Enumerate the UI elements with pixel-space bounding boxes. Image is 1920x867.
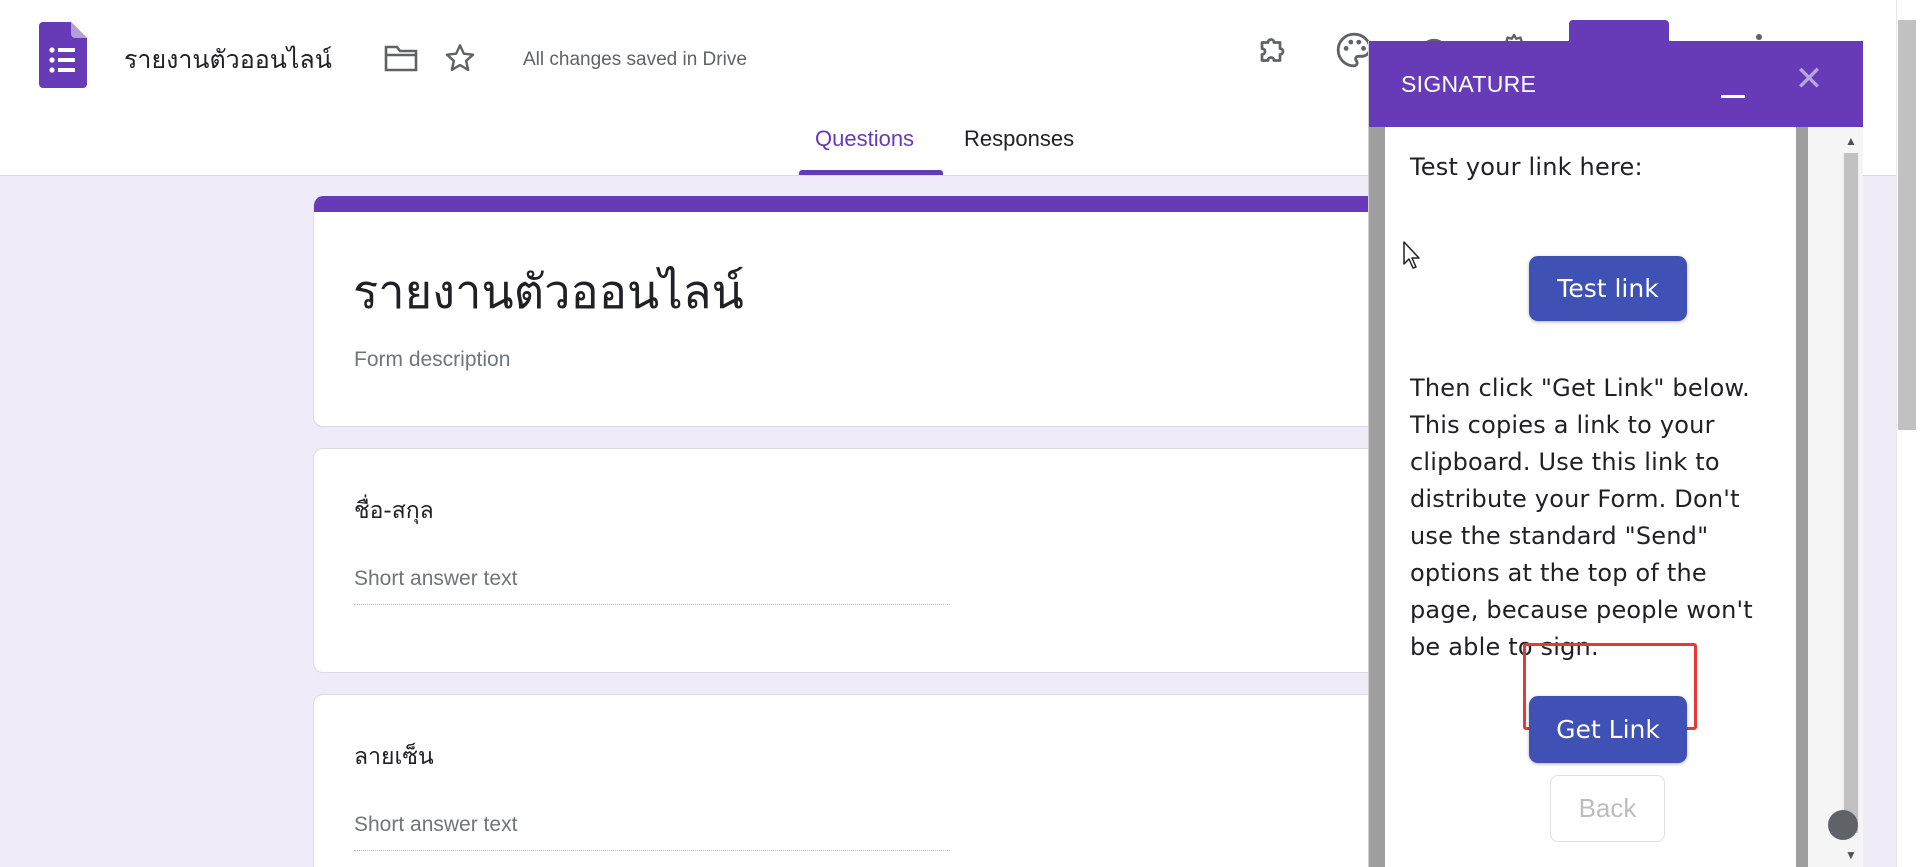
scroll-down-arrow-icon[interactable]: ▼ [1842,847,1860,863]
sidebar-scrollbar-thumb[interactable] [1844,153,1858,833]
mouse-cursor-icon [1402,240,1424,272]
instruction-line: use the standard "Send" [1410,522,1709,550]
sidebar-gutter [1796,127,1808,867]
title-accent-bar [314,196,1472,212]
save-status: All changes saved in Drive [523,49,747,70]
document-title[interactable]: รายงานตัวออนไลน์ [124,40,332,80]
question-title[interactable]: ชื่อ-สกุล [354,493,434,529]
back-button[interactable]: Back [1550,775,1665,842]
get-link-button[interactable]: Get Link [1529,696,1687,763]
scroll-up-arrow-icon[interactable]: ▲ [1842,133,1860,149]
active-tab-indicator [799,170,943,175]
help-bubble-icon[interactable] [1828,810,1858,840]
sidebar-gutter [1369,127,1385,867]
close-icon[interactable]: ✕ [1791,61,1827,97]
sidebar-header: SIGNATURE ✕ [1369,41,1863,127]
minimize-icon[interactable] [1715,73,1751,109]
page-scrollbar-thumb[interactable] [1898,20,1916,430]
test-link-prompt: Test your link here: [1410,153,1643,181]
tab-responses[interactable]: Responses [964,126,1074,152]
form-title[interactable]: รายงานตัวออนไลน์ [353,254,744,329]
form-title-card: รายงานตัวออนไลน์ Form description [313,196,1473,427]
instruction-line: Then click "Get Link" below. [1410,374,1750,402]
question-title[interactable]: ลายเซ็น [354,739,434,775]
instruction-line: This copies a link to your [1410,411,1715,439]
star-icon[interactable] [440,38,480,78]
tab-questions[interactable]: Questions [815,126,914,152]
sidebar-title: SIGNATURE [1401,71,1537,97]
instruction-line: page, because people won't [1410,596,1753,624]
more-vert-icon[interactable] [1756,34,1762,40]
short-answer-field: Short answer text [354,567,950,605]
forms-app-icon[interactable] [39,22,87,88]
signature-sidebar: SIGNATURE ✕ Test your link here: Test li… [1368,41,1863,867]
instructions-text: Then click "Get Link" below. This copies… [1410,370,1753,666]
instruction-line: options at the top of the [1410,559,1707,587]
short-answer-field: Short answer text [354,813,950,851]
folder-icon[interactable] [381,38,421,78]
form-description-field[interactable]: Form description [354,348,510,372]
question-card[interactable]: ลายเซ็น Short answer text [313,694,1473,867]
sidebar-content: Test your link here: Test link Then clic… [1385,127,1796,867]
addons-puzzle-icon[interactable] [1250,26,1298,74]
instruction-line: distribute your Form. Don't [1410,485,1740,513]
test-link-button[interactable]: Test link [1529,256,1687,321]
instruction-line: clipboard. Use this link to [1410,448,1720,476]
question-card[interactable]: ชื่อ-สกุล Short answer text [313,448,1473,673]
